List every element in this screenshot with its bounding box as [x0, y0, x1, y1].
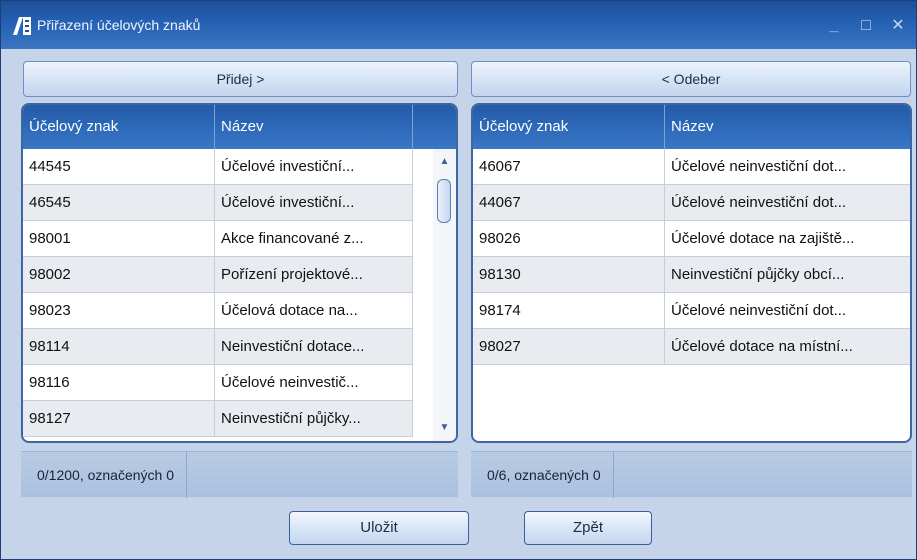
scroll-thumb[interactable] [437, 179, 451, 223]
column-header-code[interactable]: Účelový znak [473, 105, 665, 149]
table-row[interactable]: 98026 Účelové dotace na zajiště... [473, 221, 910, 257]
table-row[interactable]: 44067 Účelové neinvestiční dot... [473, 185, 910, 221]
cell-name: Neinvestiční půjčky... [215, 401, 413, 437]
right-status-bar: 0/6, označených 0 [471, 451, 912, 498]
available-codes-panel: Účelový znak Název 44545 Účelové investi… [21, 103, 458, 443]
cell-code: 98130 [473, 257, 665, 293]
table-row[interactable]: 46545 Účelové investiční... [23, 185, 413, 221]
cell-name: Pořízení projektové... [215, 257, 413, 293]
window-title: Přiřazení účelových znaků [37, 17, 201, 33]
minimize-button[interactable]: _ [825, 17, 843, 35]
cell-code: 46067 [473, 149, 665, 185]
cell-code: 98027 [473, 329, 665, 365]
scroll-down-icon[interactable]: ▼ [433, 421, 456, 435]
cell-name: Účelová dotace na... [215, 293, 413, 329]
cell-name: Účelové investiční... [215, 185, 413, 221]
cell-code: 44545 [23, 149, 215, 185]
cell-name: Neinvestiční dotace... [215, 329, 413, 365]
cell-code: 98114 [23, 329, 215, 365]
table-row[interactable]: 98002 Pořízení projektové... [23, 257, 413, 293]
left-status-bar: 0/1200, označených 0 [21, 451, 458, 498]
cell-code: 98002 [23, 257, 215, 293]
cell-code: 44067 [473, 185, 665, 221]
cell-code: 98116 [23, 365, 215, 401]
cell-name: Účelové neinvestiční dot... [665, 185, 910, 221]
column-header-name[interactable]: Název [665, 105, 910, 149]
maximize-button[interactable]: □ [857, 17, 875, 35]
dialog-window: Přiřazení účelových znaků _ □ ✕ Přidej >… [0, 0, 917, 560]
table-header: Účelový znak Název [473, 105, 910, 149]
table-row[interactable]: 98127 Neinvestiční půjčky... [23, 401, 413, 437]
table-header: Účelový znak Název [23, 105, 456, 149]
right-status-text: 0/6, označených 0 [471, 452, 614, 498]
save-button[interactable]: Uložit [289, 511, 469, 545]
cell-name: Účelové dotace na zajiště... [665, 221, 910, 257]
cell-name: Účelové neinvestič... [215, 365, 413, 401]
cell-code: 98127 [23, 401, 215, 437]
title-bar: Přiřazení účelových znaků _ □ ✕ [1, 1, 916, 49]
table-row[interactable]: 46067 Účelové neinvestiční dot... [473, 149, 910, 185]
cell-code: 98001 [23, 221, 215, 257]
vertical-scrollbar[interactable]: ▲ ▼ [433, 149, 456, 441]
add-button[interactable]: Přidej > [23, 61, 458, 97]
back-button[interactable]: Zpět [524, 511, 652, 545]
close-button[interactable]: ✕ [889, 17, 907, 35]
cell-code: 98174 [473, 293, 665, 329]
cell-name: Neinvestiční půjčky obcí... [665, 257, 910, 293]
column-header-code[interactable]: Účelový znak [23, 105, 215, 149]
table-row[interactable]: 98023 Účelová dotace na... [23, 293, 413, 329]
cell-code: 98026 [473, 221, 665, 257]
remove-button[interactable]: < Odeber [471, 61, 911, 97]
table-row[interactable]: 98001 Akce financované z... [23, 221, 413, 257]
app-logo-icon [13, 17, 31, 35]
cell-name: Účelové neinvestiční dot... [665, 293, 910, 329]
cell-name: Akce financované z... [215, 221, 413, 257]
scroll-up-icon[interactable]: ▲ [433, 155, 456, 169]
cell-code: 98023 [23, 293, 215, 329]
cell-code: 46545 [23, 185, 215, 221]
cell-name: Účelové neinvestiční dot... [665, 149, 910, 185]
table-row[interactable]: 98130 Neinvestiční půjčky obcí... [473, 257, 910, 293]
left-status-text: 0/1200, označených 0 [21, 452, 187, 498]
cell-name: Účelové investiční... [215, 149, 413, 185]
table-row[interactable]: 98114 Neinvestiční dotace... [23, 329, 413, 365]
table-row[interactable]: 98027 Účelové dotace na místní... [473, 329, 910, 365]
table-row[interactable]: 98116 Účelové neinvestič... [23, 365, 413, 401]
table-row[interactable]: 44545 Účelové investiční... [23, 149, 413, 185]
assigned-codes-panel: Účelový znak Název 46067 Účelové neinves… [471, 103, 912, 443]
column-header-name[interactable]: Název [215, 105, 413, 149]
column-header-filler [413, 105, 456, 149]
table-row[interactable]: 98174 Účelové neinvestiční dot... [473, 293, 910, 329]
cell-name: Účelové dotace na místní... [665, 329, 910, 365]
